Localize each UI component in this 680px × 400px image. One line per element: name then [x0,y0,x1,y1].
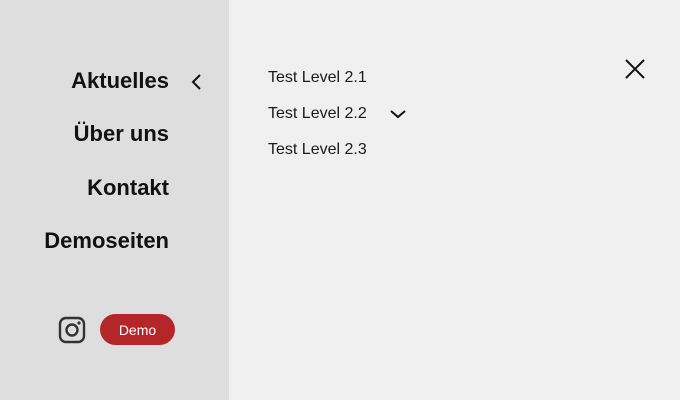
submenu-item-2-3[interactable]: Test Level 2.3 [268,139,367,161]
close-icon[interactable] [622,56,648,82]
menu-overlay: Aktuelles Über uns Kontakt Demoseiten De… [0,0,680,400]
chevron-down-icon[interactable] [389,108,407,120]
sidebar: Aktuelles Über uns Kontakt Demoseiten De… [0,0,229,400]
submenu-item-2-1[interactable]: Test Level 2.1 [268,67,367,89]
submenu-item-2-2[interactable]: Test Level 2.2 [268,103,367,125]
nav-item-demoseiten[interactable]: Demoseiten [44,227,169,255]
chevron-left-icon[interactable] [190,72,204,92]
nav-item-ueber-uns[interactable]: Über uns [74,120,169,148]
demo-badge[interactable]: Demo [100,314,175,345]
social-links: Demo [58,314,175,345]
nav-item-kontakt[interactable]: Kontakt [87,174,169,202]
instagram-icon[interactable] [58,316,86,344]
nav-item-aktuelles[interactable]: Aktuelles [71,67,169,95]
